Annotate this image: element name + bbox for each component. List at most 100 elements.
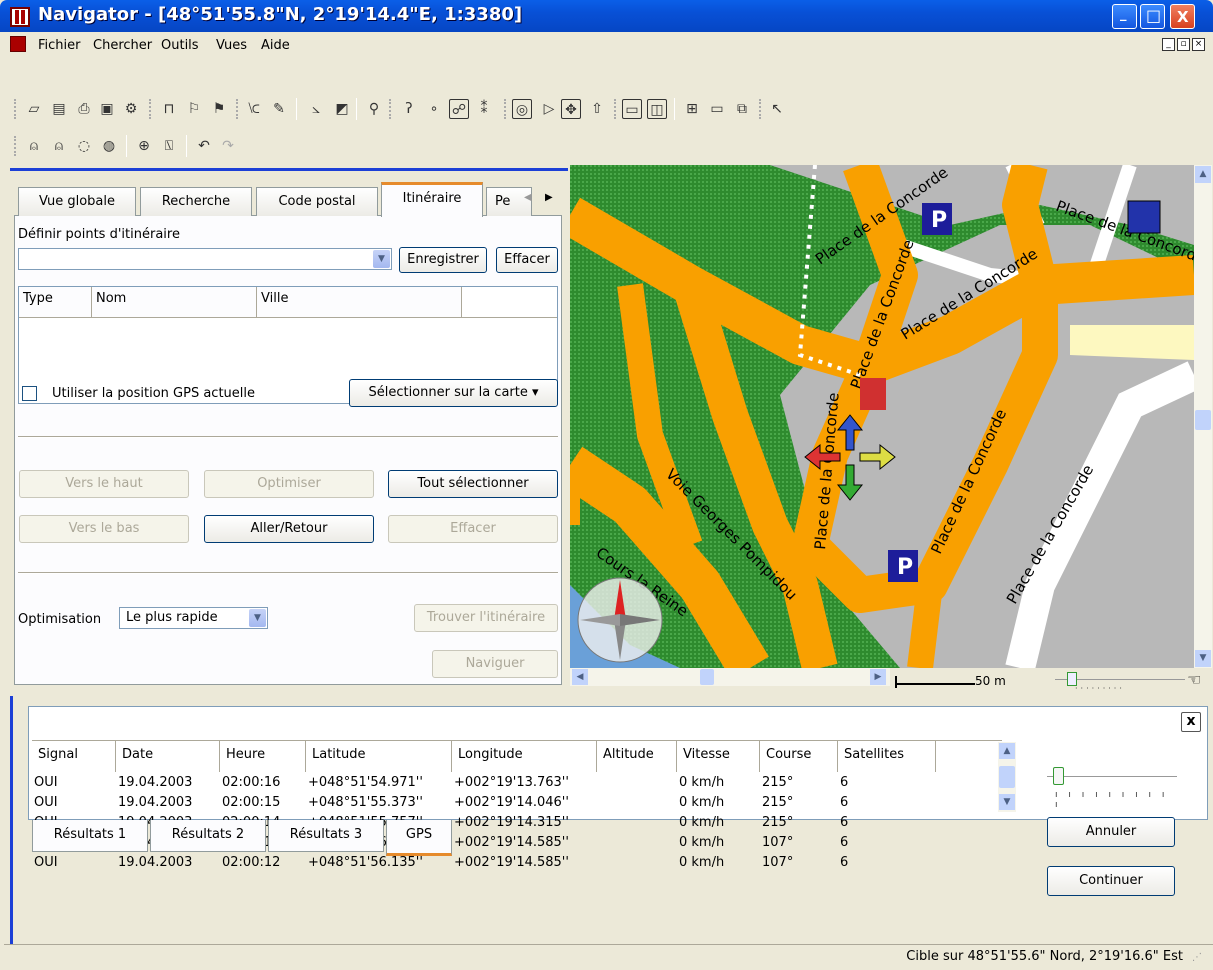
- print-icon[interactable]: ⎙: [74, 99, 94, 119]
- map-vertical-scrollbar[interactable]: ▲ ▼: [1194, 165, 1212, 668]
- scroll-up-icon[interactable]: ▲: [999, 743, 1015, 759]
- minimize-button[interactable]: _: [1112, 4, 1137, 29]
- speed-slider[interactable]: ı ı ı ı ı ı ı ı ı ı: [1047, 765, 1177, 810]
- column-header-course[interactable]: Course: [760, 740, 838, 772]
- globe-icon[interactable]: ◍: [99, 136, 119, 156]
- menu-vues[interactable]: Vues: [216, 38, 247, 53]
- monument-icon[interactable]: [860, 378, 886, 410]
- itinerary-name-combo[interactable]: ▼: [18, 248, 392, 270]
- column-header-ville[interactable]: Ville: [257, 287, 462, 317]
- cancel-button[interactable]: Annuler: [1047, 817, 1175, 847]
- tab-resultats-3[interactable]: Résultats 3: [268, 820, 384, 852]
- user-icon[interactable]: ⍝: [49, 136, 69, 156]
- menu-chercher[interactable]: Chercher: [93, 38, 152, 53]
- tab-recherche[interactable]: Recherche: [140, 187, 252, 216]
- poi-icon[interactable]: ☍: [449, 99, 469, 119]
- find-route-button[interactable]: Trouver l'itinéraire: [414, 604, 558, 632]
- resize-grip-icon[interactable]: ⋰: [1192, 952, 1202, 963]
- waypoint-icon[interactable]: ⍂: [159, 136, 179, 156]
- scroll-left-icon[interactable]: ◀: [572, 669, 588, 685]
- tab-vue-globale[interactable]: Vue globale: [18, 187, 136, 216]
- mdi-minimize-button[interactable]: _: [1162, 38, 1175, 51]
- gps-table-scrollbar[interactable]: ▲ ▼: [998, 742, 1016, 812]
- tab-scroll-right-icon[interactable]: ▶: [545, 192, 553, 203]
- user-search-icon[interactable]: ◌: [74, 136, 94, 156]
- column-header-signal[interactable]: Signal: [32, 740, 116, 772]
- scroll-right-icon[interactable]: ▶: [870, 669, 886, 685]
- document-icon[interactable]: ▤: [49, 99, 69, 119]
- map-horizontal-scrollbar[interactable]: ◀ ▶: [570, 668, 890, 686]
- optimization-select[interactable]: Le plus rapide ▼: [119, 607, 268, 629]
- close-button[interactable]: X: [1170, 4, 1195, 29]
- move-down-button[interactable]: Vers le bas: [19, 515, 189, 543]
- toolbar-grip[interactable]: [759, 99, 763, 119]
- layout-single-icon[interactable]: ▭: [622, 99, 642, 119]
- toolbar-grip[interactable]: [149, 99, 153, 119]
- app-menu-icon[interactable]: [10, 36, 26, 52]
- toolbar-grip[interactable]: [614, 99, 618, 119]
- menu-aide[interactable]: Aide: [261, 38, 290, 53]
- optimize-button[interactable]: Optimiser: [204, 470, 374, 498]
- multi-marker-icon[interactable]: ⁑: [474, 99, 494, 119]
- scroll-up-icon[interactable]: ▲: [1195, 166, 1211, 183]
- chevron-down-icon[interactable]: ▼: [373, 250, 390, 268]
- center-map-icon[interactable]: ✥: [561, 99, 581, 119]
- tab-itineraire[interactable]: Itinéraire: [381, 182, 483, 217]
- eraser-icon[interactable]: ◩: [332, 99, 352, 119]
- toolbar-grip[interactable]: [504, 99, 508, 119]
- destination-flag-icon[interactable]: ⚑: [209, 99, 229, 119]
- maximize-button[interactable]: □: [1140, 4, 1165, 29]
- scroll-thumb[interactable]: [999, 766, 1015, 788]
- settings-icon[interactable]: ⚙: [121, 99, 141, 119]
- column-header-latitude[interactable]: Latitude: [306, 740, 452, 772]
- pointer-icon[interactable]: ↖: [767, 99, 787, 119]
- tab-resultats-1[interactable]: Résultats 1: [32, 820, 148, 852]
- toolbar-grip[interactable]: [14, 99, 18, 119]
- play-icon[interactable]: ▷: [539, 99, 559, 119]
- column-header-longitude[interactable]: Longitude: [452, 740, 597, 772]
- start-flag-icon[interactable]: ⊓: [159, 99, 179, 119]
- map-canvas[interactable]: Place de la Concorde Place de la Concord…: [570, 165, 1194, 668]
- scroll-down-icon[interactable]: ▼: [999, 794, 1015, 810]
- mdi-close-button[interactable]: ×: [1192, 38, 1205, 51]
- column-header-altitude[interactable]: Altitude: [597, 740, 677, 772]
- clear-button[interactable]: Effacer: [496, 247, 558, 273]
- tab-gps[interactable]: GPS: [386, 820, 452, 856]
- navigate-button[interactable]: Naviguer: [432, 650, 558, 678]
- select-all-button[interactable]: Tout sélectionner: [388, 470, 558, 498]
- mdi-restore-button[interactable]: ▫: [1177, 38, 1190, 51]
- measure-icon[interactable]: ⟈: [244, 99, 264, 119]
- crosshair-icon[interactable]: ⊕: [134, 136, 154, 156]
- round-trip-button[interactable]: Aller/Retour: [204, 515, 374, 543]
- marker-icon[interactable]: ʔ: [399, 99, 419, 119]
- menu-outils[interactable]: Outils: [161, 38, 199, 53]
- column-header-satellites[interactable]: Satellites: [838, 740, 936, 772]
- save-button[interactable]: Enregistrer: [399, 247, 487, 273]
- column-header-vitesse[interactable]: Vitesse: [677, 740, 760, 772]
- north-up-icon[interactable]: ⇧: [587, 99, 607, 119]
- grid-icon[interactable]: ⊞: [682, 99, 702, 119]
- column-header-heure[interactable]: Heure: [220, 740, 306, 772]
- museum-icon[interactable]: [1127, 200, 1161, 234]
- window-icon[interactable]: ▭: [707, 99, 727, 119]
- scroll-down-icon[interactable]: ▼: [1195, 650, 1211, 667]
- close-panel-button[interactable]: x: [1181, 712, 1201, 732]
- speed-thumb[interactable]: [1053, 767, 1064, 785]
- undo-icon[interactable]: ↶: [194, 136, 214, 156]
- chevron-down-icon[interactable]: ▼: [249, 609, 266, 627]
- scroll-thumb[interactable]: [1195, 410, 1211, 430]
- menu-fichier[interactable]: Fichier: [38, 38, 81, 53]
- toolbar-grip[interactable]: [389, 99, 393, 119]
- layout-split-icon[interactable]: ◫: [647, 99, 667, 119]
- pencil-icon[interactable]: ✎: [269, 99, 289, 119]
- column-header-nom[interactable]: Nom: [92, 287, 257, 317]
- open-icon[interactable]: ▱: [24, 99, 44, 119]
- profile-icon[interactable]: ⦣: [306, 99, 326, 119]
- toolbar-grip[interactable]: [236, 99, 240, 119]
- scroll-thumb[interactable]: [700, 669, 714, 685]
- tab-scroll-left-icon[interactable]: ◀: [524, 192, 532, 203]
- save-icon[interactable]: ▣: [97, 99, 117, 119]
- gps-position-checkbox[interactable]: [22, 386, 37, 401]
- continue-button[interactable]: Continuer: [1047, 866, 1175, 896]
- delete-button[interactable]: Effacer: [388, 515, 558, 543]
